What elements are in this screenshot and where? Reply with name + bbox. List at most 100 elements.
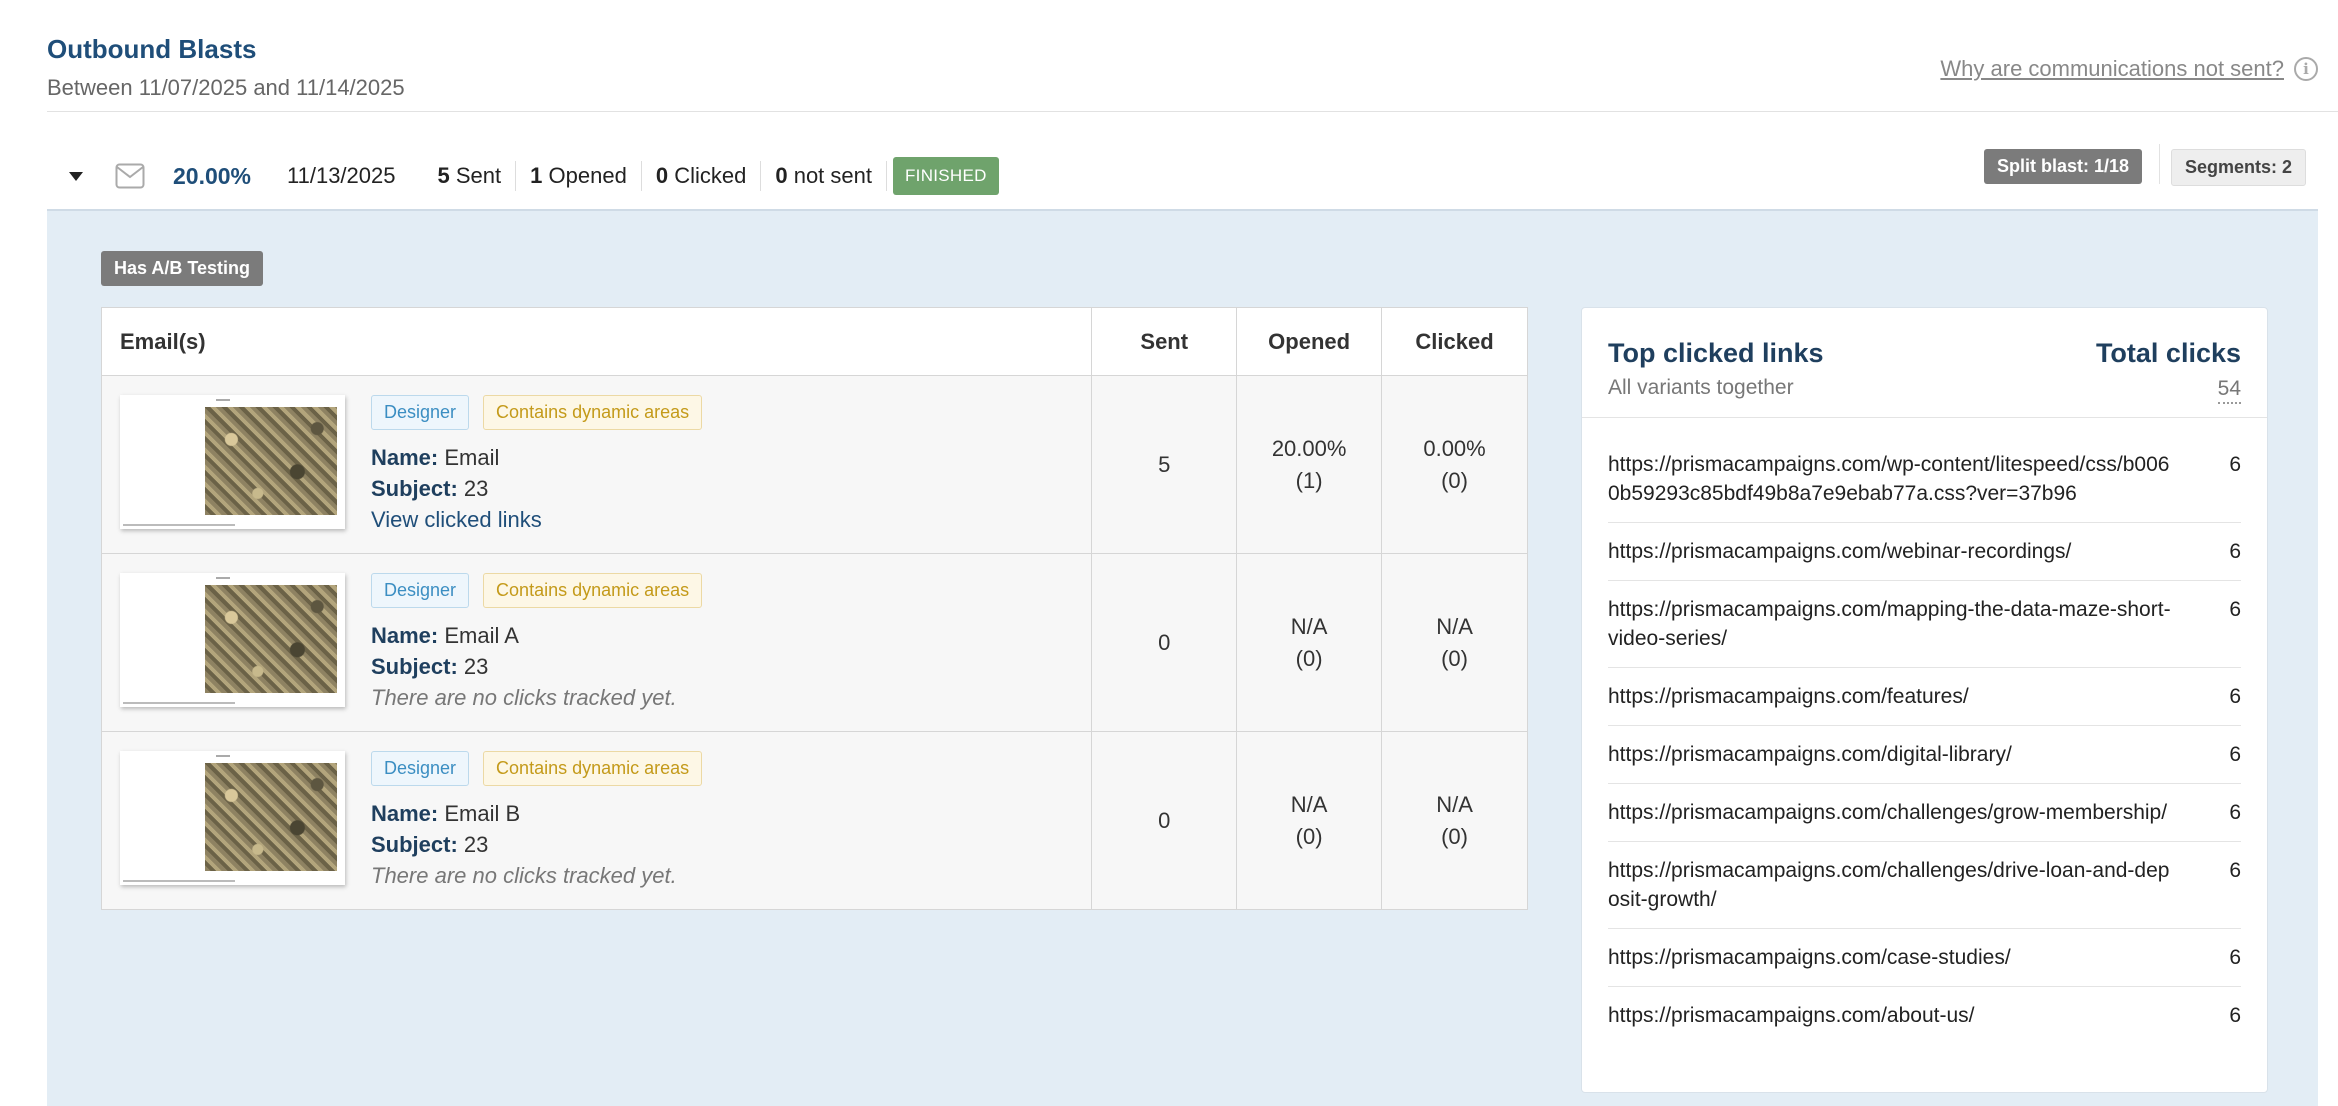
why-not-sent-link[interactable]: Why are communications not sent? (1940, 56, 2284, 82)
col-sent: Sent (1091, 307, 1238, 376)
table-header-row: Email(s) Sent Opened Clicked (100, 307, 1528, 376)
link-url: https://prismacampaigns.com/features/ (1608, 685, 1969, 708)
link-clicks: 6 (2229, 1004, 2241, 1027)
subject-label: Subject: (371, 653, 458, 679)
opened-stat: 1 Opened (516, 161, 642, 191)
table-row: Designer Contains dynamic areas Name: Em… (100, 553, 1528, 732)
clicked-pct: N/A (1436, 613, 1473, 639)
no-clicks-message: There are no clicks tracked yet. (371, 862, 677, 888)
links-card-header: Top clicked links All variants together … (1582, 308, 2267, 418)
clicked-count: 0 (655, 163, 669, 188)
email-subject: Subject: 23 (371, 829, 702, 860)
opened-count: 1 (530, 163, 543, 188)
clicked-cell: N/A (0) (1381, 731, 1528, 910)
designer-tag: Designer (371, 572, 470, 608)
email-subject: Subject: 23 (371, 473, 702, 504)
link-clicks: 6 (2229, 453, 2241, 476)
name-label: Name: (371, 444, 439, 470)
not-sent-count: 0 (775, 163, 788, 188)
list-item: https://prismacampaigns.com/challenges/d… (1608, 842, 2241, 929)
sent-cell: 5 (1091, 375, 1238, 554)
list-item: https://prismacampaigns.com/digital-libr… (1608, 726, 2241, 784)
no-clicks-message: There are no clicks tracked yet. (371, 684, 677, 710)
not-sent-label: not sent (793, 163, 872, 188)
subject-value: 23 (463, 653, 489, 679)
link-clicks: 6 (2229, 743, 2241, 766)
links-card-subtitle: All variants together (1608, 376, 1794, 399)
email-thumbnail[interactable] (120, 394, 345, 529)
opened-count: (0) (1295, 645, 1323, 671)
opened-cell: 20.00% (1) (1236, 375, 1383, 554)
clicked-pct: 0.00% (1423, 435, 1486, 461)
link-url: https://prismacampaigns.com/case-studies… (1608, 946, 2011, 969)
clicked-pct: N/A (1436, 791, 1473, 817)
top-clicked-links-card: Top clicked links All variants together … (1581, 307, 2268, 1093)
blast-date: 11/13/2025 (287, 163, 396, 188)
clicked-cell: 0.00% (0) (1381, 375, 1528, 554)
info-icon[interactable]: i (2294, 57, 2318, 81)
name-value: Email A (444, 622, 519, 648)
opened-pct: N/A (1290, 791, 1328, 817)
opened-pct: N/A (1290, 613, 1328, 639)
link-clicks: 6 (2229, 801, 2241, 824)
link-url: https://prismacampaigns.com/wp-content/l… (1608, 453, 2170, 505)
link-url: https://prismacampaigns.com/webinar-reco… (1608, 540, 2072, 563)
table-row: Designer Contains dynamic areas Name: Em… (100, 731, 1528, 910)
opened-count: (1) (1295, 467, 1323, 493)
email-cell: Designer Contains dynamic areas Name: Em… (100, 731, 1093, 910)
email-name: Name: Email (371, 442, 702, 473)
clicked-label: Clicked (674, 163, 747, 188)
link-url: https://prismacampaigns.com/challenges/d… (1608, 859, 2170, 911)
blast-detail-panel: Has A/B Testing Email(s) Sent Opened Cli… (47, 209, 2318, 1106)
links-list: https://prismacampaigns.com/wp-content/l… (1582, 418, 2267, 1044)
link-clicks: 6 (2229, 685, 2241, 708)
designer-tag: Designer (371, 394, 470, 430)
list-item: https://prismacampaigns.com/features/6 (1608, 668, 2241, 726)
sent-cell: 0 (1091, 553, 1238, 732)
opened-count: (0) (1295, 823, 1323, 849)
list-item: https://prismacampaigns.com/mapping-the-… (1608, 581, 2241, 668)
email-name: Name: Email A (371, 620, 702, 651)
email-thumbnail[interactable] (120, 750, 345, 885)
link-url: https://prismacampaigns.com/digital-libr… (1608, 743, 2012, 766)
name-value: Email B (444, 800, 521, 826)
view-clicked-links-link[interactable]: View clicked links (371, 504, 702, 535)
total-clicks-value: 54 (2217, 376, 2241, 404)
opened-label: Opened (548, 163, 627, 188)
dynamic-areas-tag: Contains dynamic areas (483, 394, 703, 430)
header-divider (47, 111, 2338, 112)
email-name: Name: Email B (371, 798, 702, 829)
segments-badge: Segments: 2 (2170, 149, 2306, 186)
name-label: Name: (371, 800, 439, 826)
list-item: https://prismacampaigns.com/webinar-reco… (1608, 523, 2241, 581)
open-rate: 20.00% (173, 162, 252, 189)
list-item: https://prismacampaigns.com/case-studies… (1608, 929, 2241, 987)
ab-testing-badge: Has A/B Testing (101, 251, 264, 286)
col-clicked: Clicked (1381, 307, 1528, 376)
clicked-cell: N/A (0) (1381, 553, 1528, 732)
email-cell: Designer Contains dynamic areas Name: Em… (100, 553, 1093, 732)
email-thumbnail[interactable] (120, 572, 345, 707)
page-header: Outbound Blasts Between 11/07/2025 and 1… (47, 34, 405, 101)
list-item: https://prismacampaigns.com/wp-content/l… (1608, 436, 2241, 523)
subject-label: Subject: (371, 831, 458, 857)
table-row: Designer Contains dynamic areas Name: Em… (100, 375, 1528, 554)
link-url: https://prismacampaigns.com/about-us/ (1608, 1004, 1975, 1027)
opened-pct: 20.00% (1271, 435, 1347, 461)
why-not-sent: Why are communications not sent? i (1940, 56, 2318, 82)
subject-value: 23 (463, 475, 489, 501)
link-clicks: 6 (2229, 946, 2241, 969)
designer-tag: Designer (371, 750, 470, 786)
caret-down-icon[interactable] (69, 171, 83, 181)
name-label: Name: (371, 622, 439, 648)
subject-value: 23 (463, 831, 489, 857)
page-title: Outbound Blasts (47, 34, 257, 64)
link-clicks: 6 (2229, 598, 2241, 621)
clicked-stat: 0 Clicked (642, 161, 762, 191)
list-item: https://prismacampaigns.com/about-us/6 (1608, 987, 2241, 1044)
outbound-blasts-page: Outbound Blasts Between 11/07/2025 and 1… (0, 0, 2338, 1106)
clicked-count: (0) (1441, 645, 1468, 671)
list-item: https://prismacampaigns.com/challenges/g… (1608, 784, 2241, 842)
not-sent-stat: 0 not sent (761, 161, 887, 191)
dynamic-areas-tag: Contains dynamic areas (483, 750, 703, 786)
